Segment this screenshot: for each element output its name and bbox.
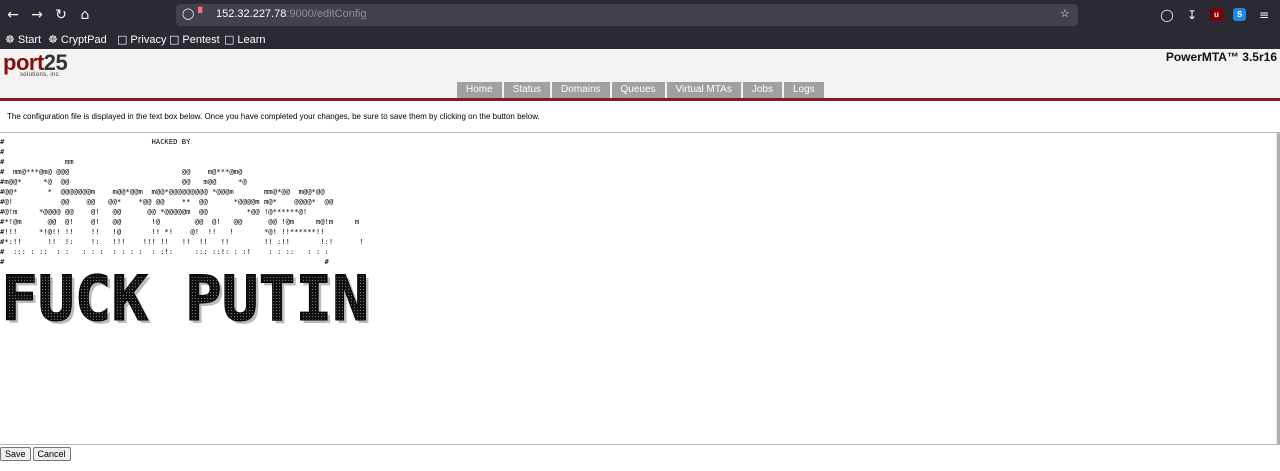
bookmarks-bar: ☸ Start ☸ CryptPad □ Privacy □ Pentest □ Lear… [0, 30, 1280, 49]
bookmark-label: Pentest [182, 33, 220, 46]
product-version: PowerMTA™ 3.5r16 [1165, 50, 1277, 64]
config-textarea[interactable]: # HACKED BY # # mm # mm@***@m@ @@@ @@ m@… [0, 132, 1280, 445]
home-icon[interactable]: ⌂ [75, 5, 95, 25]
bookmark-folder-pentest[interactable]: □ Pentest [169, 32, 220, 47]
insecure-lock-icon[interactable]: ▘ [198, 7, 206, 20]
bookmark-start[interactable]: ☸ Start [5, 32, 41, 47]
extension-icon[interactable]: S [1233, 8, 1246, 21]
bookmark-label: CryptPad [60, 33, 107, 46]
instructions-text: The configuration file is displayed in t… [7, 112, 540, 121]
logo-subtitle: solutions, inc. [20, 72, 61, 78]
bookmark-label: Learn [237, 33, 266, 46]
tab-home[interactable]: Home [457, 82, 502, 98]
folder-icon: □ [224, 33, 235, 46]
download-icon[interactable]: ↧ [1183, 6, 1201, 24]
tab-logs[interactable]: Logs [783, 82, 824, 98]
nav-tabs: Home Status Domains Queues Virtual MTAs … [457, 82, 824, 98]
page: port25 solutions, inc. PowerMTA™ 3.5r16 … [0, 49, 1280, 471]
tab-domains[interactable]: Domains [552, 82, 610, 98]
save-button[interactable]: Save [0, 447, 31, 461]
menu-icon[interactable]: ≡ [1255, 6, 1273, 24]
folder-icon: □ [117, 33, 128, 46]
banner-text: FUCK PUTIN [1, 271, 369, 331]
url-path: :9000/editConfig [286, 8, 367, 20]
cancel-button[interactable]: Cancel [32, 447, 71, 461]
browser-toolbar: ← → ↻ ⌂ ◯ ▘ 152.32.227.78:9000/editConfi… [0, 0, 1280, 30]
globe-icon: ☸ [5, 33, 15, 46]
folder-icon: □ [169, 33, 180, 46]
editor-scrollbar[interactable] [1276, 133, 1280, 444]
tab-virtual-mtas[interactable]: Virtual MTAs [666, 82, 741, 98]
tab-jobs[interactable]: Jobs [742, 82, 782, 98]
app-header: port25 solutions, inc. PowerMTA™ 3.5r16 … [0, 49, 1280, 99]
port25-logo: port25 solutions, inc. [3, 52, 68, 79]
tab-queues[interactable]: Queues [611, 82, 665, 98]
bookmark-label: Start [17, 33, 42, 46]
bookmark-folder-learn[interactable]: □ Learn [224, 32, 266, 47]
form-buttons: Save Cancel [0, 447, 71, 461]
header-divider [0, 98, 1280, 101]
address-bar[interactable]: ◯ ▘ 152.32.227.78:9000/editConfig ☆ [176, 4, 1078, 26]
bookmark-folder-privacy[interactable]: □ Privacy [117, 32, 166, 47]
globe-icon: ☸ [48, 33, 58, 46]
reload-icon[interactable]: ↻ [51, 5, 71, 25]
pocket-icon[interactable]: ◯ [1158, 6, 1176, 24]
url-text[interactable]: 152.32.227.78:9000/editConfig [216, 8, 366, 20]
forward-arrow-icon[interactable]: → [27, 5, 47, 25]
bookmark-label: Privacy [130, 33, 167, 46]
tab-status[interactable]: Status [503, 82, 551, 98]
bookmark-star-icon[interactable]: ☆ [1060, 7, 1070, 20]
url-host: 152.32.227.78 [216, 8, 287, 20]
bookmark-cryptpad[interactable]: ☸ CryptPad [48, 32, 107, 47]
ublock-extension-icon[interactable]: u [1210, 8, 1223, 21]
config-text: # HACKED BY # # mm # mm@***@m@ @@@ @@ m@… [0, 137, 364, 266]
back-arrow-icon[interactable]: ← [3, 5, 23, 25]
shield-icon[interactable]: ◯ [182, 7, 194, 20]
ascii-banner: FUCK PUTIN FUCK PUTIN [1, 271, 373, 331]
